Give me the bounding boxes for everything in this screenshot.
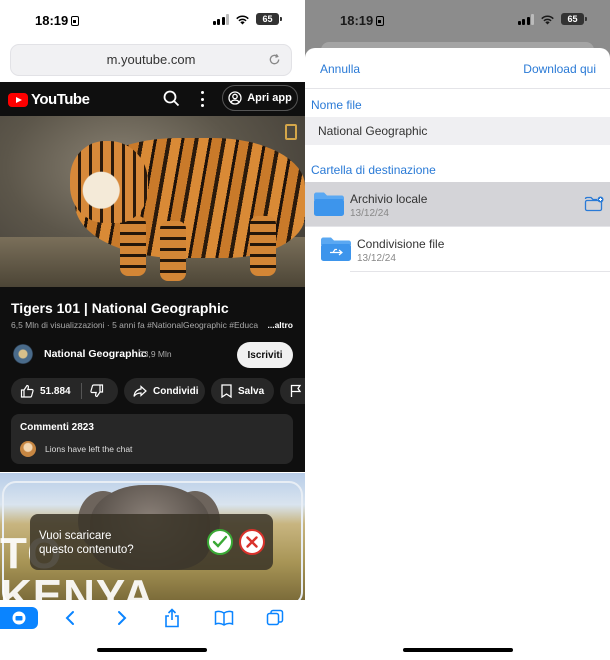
tiger-leg [160, 221, 186, 281]
share-label: Condividi [153, 385, 199, 397]
filename-label: Nome file [311, 98, 362, 112]
focus-icon [71, 16, 80, 26]
back-button[interactable] [56, 607, 84, 629]
folder-shortcut-icon [12, 611, 26, 625]
share-sheet-button[interactable] [158, 607, 186, 629]
status-time: 18:19 [35, 13, 80, 28]
wifi-icon [541, 14, 554, 24]
folder-name: Archivio locale [350, 192, 428, 206]
video-meta-text: 6,5 Mln di visualizzazioni · 5 anni fa #… [11, 320, 259, 330]
status-time: 18:19 [340, 13, 385, 28]
bookmarks-button[interactable] [210, 607, 238, 629]
new-folder-icon[interactable] [584, 196, 604, 212]
comments-title: Commenti 2823 [20, 422, 94, 433]
tiger-leg [120, 216, 146, 276]
open-app-button[interactable]: Apri app [222, 85, 298, 111]
channel-subscribers: 23,9 Mln [139, 349, 172, 359]
youtube-logo[interactable]: YouTube [8, 91, 90, 108]
more-options-icon[interactable] [200, 91, 204, 107]
divider [305, 88, 610, 89]
youtube-page: YouTube Apri app Tigers 101 | National G… [0, 82, 305, 472]
youtube-header: YouTube Apri app [0, 82, 305, 116]
checkmark-icon [212, 535, 228, 548]
youtube-wordmark: YouTube [31, 91, 90, 108]
like-count[interactable]: 51.884 [40, 386, 71, 397]
action-bar: 51.884 Condividi Salva [11, 378, 305, 406]
video-overlay-icon[interactable] [285, 124, 297, 140]
filename-field[interactable]: National Geographic [305, 117, 610, 145]
comment-text: Lions have left the chat [45, 444, 133, 454]
address-bar[interactable]: m.youtube.com [10, 44, 292, 76]
folder-row-file-sharing[interactable]: Condivisione file 13/12/24 [305, 227, 610, 271]
save-label: Salva [238, 385, 265, 397]
battery-indicator: 65 [561, 13, 587, 25]
reject-download-button[interactable] [239, 529, 265, 555]
like-dislike-pill: 51.884 [11, 378, 118, 404]
chevron-right-icon [118, 611, 127, 625]
status-bar: 18:19 65 [305, 0, 610, 40]
close-icon [246, 536, 258, 548]
account-icon [228, 91, 242, 105]
safari-youtube-screen: 18:19 65 m.youtube.com YouTube Apri app [0, 0, 305, 660]
folder-row-local-archive[interactable]: Archivio locale 13/12/24 [305, 182, 610, 226]
home-indicator [403, 648, 513, 652]
youtube-play-icon [8, 92, 28, 107]
subscribe-button[interactable]: Iscriviti [237, 342, 293, 368]
share-icon [165, 608, 179, 628]
like-icon[interactable] [20, 384, 34, 398]
share-arrow-icon [133, 384, 147, 397]
download-sheet: Annulla Download qui Nome file National … [305, 48, 610, 660]
share-button[interactable]: Condividi [124, 378, 205, 404]
focus-icon [376, 16, 385, 26]
flag-icon [290, 384, 302, 397]
dislike-icon[interactable] [89, 384, 104, 398]
folder-date: 13/12/24 [357, 253, 396, 264]
save-button[interactable]: Salva [211, 378, 274, 404]
battery-indicator: 65 [256, 13, 282, 25]
more-link[interactable]: ...altro [263, 320, 293, 330]
tiger-head [70, 141, 148, 223]
divider [350, 271, 610, 272]
url-text: m.youtube.com [106, 52, 196, 67]
home-indicator [97, 648, 207, 652]
search-icon[interactable] [163, 90, 180, 107]
video-meta[interactable]: 6,5 Mln di visualizzazioni · 5 anni fa #… [11, 320, 293, 330]
channel-avatar[interactable] [13, 344, 33, 364]
status-bar: 18:19 65 [0, 0, 305, 40]
signal-icon [212, 13, 229, 25]
tiger-leg [250, 216, 276, 276]
channel-row: National Geographic 23,9 Mln Iscriviti [11, 342, 296, 372]
confirm-download-button[interactable] [207, 529, 233, 555]
video-player[interactable] [0, 116, 305, 287]
channel-name[interactable]: National Geographic [44, 348, 147, 360]
wifi-icon [236, 14, 249, 24]
book-icon [214, 610, 234, 626]
chevron-left-icon [65, 611, 74, 625]
download-prompt: Vuoi scaricare questo contenuto? [30, 514, 273, 570]
signal-icon [517, 13, 534, 25]
download-destination-screen: 18:19 65 Annulla Download qui Nome file … [305, 0, 610, 660]
download-prompt-text: Vuoi scaricare questo contenuto? [39, 530, 134, 556]
safari-toolbar [0, 600, 305, 660]
forward-button[interactable] [108, 607, 136, 629]
reload-icon[interactable] [268, 53, 281, 66]
cancel-button[interactable]: Annulla [320, 62, 360, 76]
commenter-avatar [20, 441, 36, 457]
report-button[interactable] [280, 378, 305, 404]
folder-date: 13/12/24 [350, 208, 389, 219]
filename-value: National Geographic [318, 124, 428, 138]
tabs-button[interactable] [261, 607, 289, 629]
download-here-button[interactable]: Download qui [523, 62, 596, 76]
folder-name: Condivisione file [357, 237, 445, 251]
shortcut-button[interactable] [0, 607, 38, 629]
open-app-label: Apri app [247, 92, 292, 104]
comments-panel[interactable]: Commenti 2823 Lions have left the chat [11, 414, 293, 464]
destination-label: Cartella di destinazione [311, 163, 436, 177]
tabs-icon [266, 609, 284, 626]
folder-icon [314, 192, 344, 216]
usb-folder-icon [321, 237, 351, 261]
video-title[interactable]: Tigers 101 | National Geographic [11, 300, 229, 316]
bookmark-icon [221, 384, 232, 398]
